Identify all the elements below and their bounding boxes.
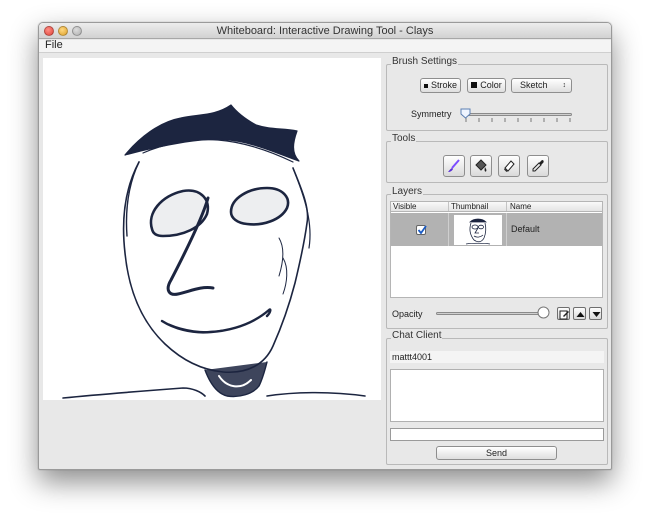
chat-client-panel: Chat Client mattt4001 Send [386,330,608,465]
layer-thumbnail [454,215,502,245]
brush-icon [448,159,460,172]
opacity-slider-thumb[interactable] [537,306,550,319]
opacity-slider[interactable] [436,312,546,315]
layer-row[interactable]: Default [391,213,602,246]
checkmark-icon [417,225,427,235]
move-layer-up-button[interactable] [573,307,586,320]
maximize-icon[interactable] [72,26,82,36]
edit-layer-button[interactable] [557,307,570,320]
layers-table: Visible Thumbnail Name Default [390,201,603,298]
panel-title: Layers [391,186,424,197]
symmetry-ticks [465,118,571,122]
column-header-visible: Visible [393,202,417,211]
menu-file[interactable]: File [45,39,63,51]
layer-name: Default [511,224,540,234]
paint-bucket-icon [475,159,487,172]
stroke-button[interactable]: Stroke [420,78,461,93]
column-header-name: Name [510,202,532,211]
brush-tool-button[interactable] [443,155,465,177]
title-bar: Whiteboard: Interactive Drawing Tool - C… [39,23,611,39]
eyedropper-tool-button[interactable] [527,155,549,177]
close-icon[interactable] [44,26,54,36]
arrow-up-icon [576,312,585,317]
eyedropper-icon [532,160,544,172]
symmetry-slider-thumb[interactable] [460,108,471,119]
panel-title: Tools [391,133,417,144]
edit-icon [559,310,569,320]
panel-title: Chat Client [391,330,443,341]
column-header-thumbnail: Thumbnail [451,202,489,211]
opacity-label: Opacity [392,309,423,319]
panel-title: Brush Settings [391,56,459,67]
chat-message-input[interactable] [390,428,604,441]
symmetry-slider[interactable] [462,113,572,116]
brush-settings-panel: Brush Settings Stroke Color Sketch ↕ Sym… [386,56,608,131]
window-title: Whiteboard: Interactive Drawing Tool - C… [216,25,434,37]
fill-tool-button[interactable] [470,155,492,177]
minimize-icon[interactable] [58,26,68,36]
menu-bar: File [39,39,611,53]
chevron-updown-icon: ↕ [562,82,567,89]
stroke-swatch-icon [423,84,428,88]
app-window: Whiteboard: Interactive Drawing Tool - C… [38,22,612,470]
layer-visible-checkbox[interactable] [416,225,427,235]
move-layer-down-button[interactable] [589,307,602,320]
tools-panel: Tools [386,133,608,183]
chat-log [390,369,604,422]
color-button[interactable]: Color [467,78,506,93]
send-button[interactable]: Send [436,446,557,460]
layers-panel: Layers Visible Thumbnail Name Default Op… [386,186,608,329]
eraser-tool-button[interactable] [498,155,520,177]
eraser-icon [504,160,515,172]
chat-username: mattt4001 [390,351,604,363]
color-swatch-icon [471,82,478,88]
symmetry-label: Symmetry [411,109,452,119]
drawing-canvas[interactable] [43,58,381,400]
arrow-down-icon [592,312,601,317]
layers-table-header: Visible Thumbnail Name [391,202,602,212]
brush-mode-select[interactable]: Sketch ↕ [511,78,572,93]
layer-thumbnail-image [465,218,491,245]
sketch-drawing [62,104,366,399]
